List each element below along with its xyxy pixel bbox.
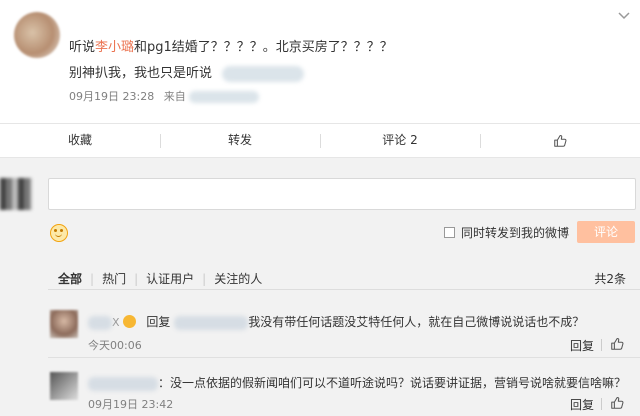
tab-hot[interactable]: 热门 — [94, 268, 134, 290]
post-text-line1: 听说李小璐和pg1结婚了？？？？。北京买房了？？？？ — [69, 40, 393, 55]
commenter-name[interactable] — [88, 315, 112, 330]
post-meta: 09月19日 23:28 来自 — [69, 88, 260, 104]
commenter-avatar[interactable] — [50, 372, 78, 400]
emoji-icon[interactable] — [50, 224, 68, 242]
reply-target-name[interactable] — [174, 315, 249, 330]
redacted-text — [222, 65, 305, 82]
post-source: 来自 — [163, 90, 186, 103]
tab-following[interactable]: 关注的人 — [206, 268, 270, 290]
sync-repost-option[interactable]: 同时转发到我的微博 — [444, 224, 569, 241]
comment-item: ：没一点依据的假新闻咱们可以不道听途说吗？说话要讲证据，营销号说啥就要信啥嘛？ … — [48, 366, 640, 416]
divider — [601, 398, 602, 410]
comment-filter-tabs: 全部 | 热门 | 认证用户 | 关注的人 共2条 — [48, 268, 640, 290]
tab-all[interactable]: 全部 — [48, 268, 90, 290]
tab-verified[interactable]: 认证用户 — [138, 268, 202, 290]
thumbs-up-icon[interactable] — [610, 337, 624, 351]
comment-button[interactable]: 评论 2 — [320, 124, 480, 157]
comment-text: X 回复 我没有带任何话题没艾特任何人，就在自己微博说说话也不成？ — [88, 313, 584, 330]
comment-time: 今天00:06 — [88, 339, 142, 352]
repost-button[interactable]: 转发 — [160, 124, 320, 157]
comment-count: 共2条 — [594, 272, 626, 286]
comment-item: X 回复 我没有带任何话题没艾特任何人，就在自己微博说说话也不成？ 今天00:0… — [48, 304, 640, 358]
chevron-down-icon[interactable] — [618, 10, 630, 23]
comment-time: 09月19日 23:42 — [88, 398, 174, 411]
poster-avatar[interactable] — [14, 12, 60, 58]
mention-link[interactable]: 李小璐 — [95, 40, 134, 55]
weibo-post: 听说李小璐和pg1结婚了？？？？。北京买房了？？？？ 别神扒我，我也只是听说 0… — [0, 0, 640, 124]
my-avatar — [0, 178, 32, 210]
comment-input[interactable] — [48, 178, 636, 210]
reply-button[interactable]: 回复 — [570, 396, 594, 413]
comment-text: ：没一点依据的假新闻咱们可以不道听途说吗？说话要讲证据，营销号说啥就要信啥嘛？ — [88, 374, 626, 391]
post-time[interactable]: 09月19日 23:28 — [69, 90, 154, 103]
redacted-source — [189, 91, 260, 103]
smile-emoji-icon — [122, 315, 136, 328]
thumbs-up-icon — [554, 134, 567, 147]
commenter-avatar[interactable] — [50, 310, 78, 338]
commenter-name[interactable] — [88, 376, 158, 391]
collect-button[interactable]: 收藏 — [0, 124, 160, 157]
thumbs-up-icon[interactable] — [610, 396, 624, 410]
like-button[interactable] — [480, 124, 640, 157]
submit-comment-button[interactable]: 评论 — [577, 221, 635, 243]
reply-button[interactable]: 回复 — [570, 337, 594, 354]
post-text-line2: 别神扒我，我也只是听说 — [69, 62, 305, 82]
divider — [601, 339, 602, 351]
sync-repost-checkbox[interactable] — [444, 227, 455, 238]
post-action-bar: 收藏 转发 评论 2 — [0, 124, 640, 158]
